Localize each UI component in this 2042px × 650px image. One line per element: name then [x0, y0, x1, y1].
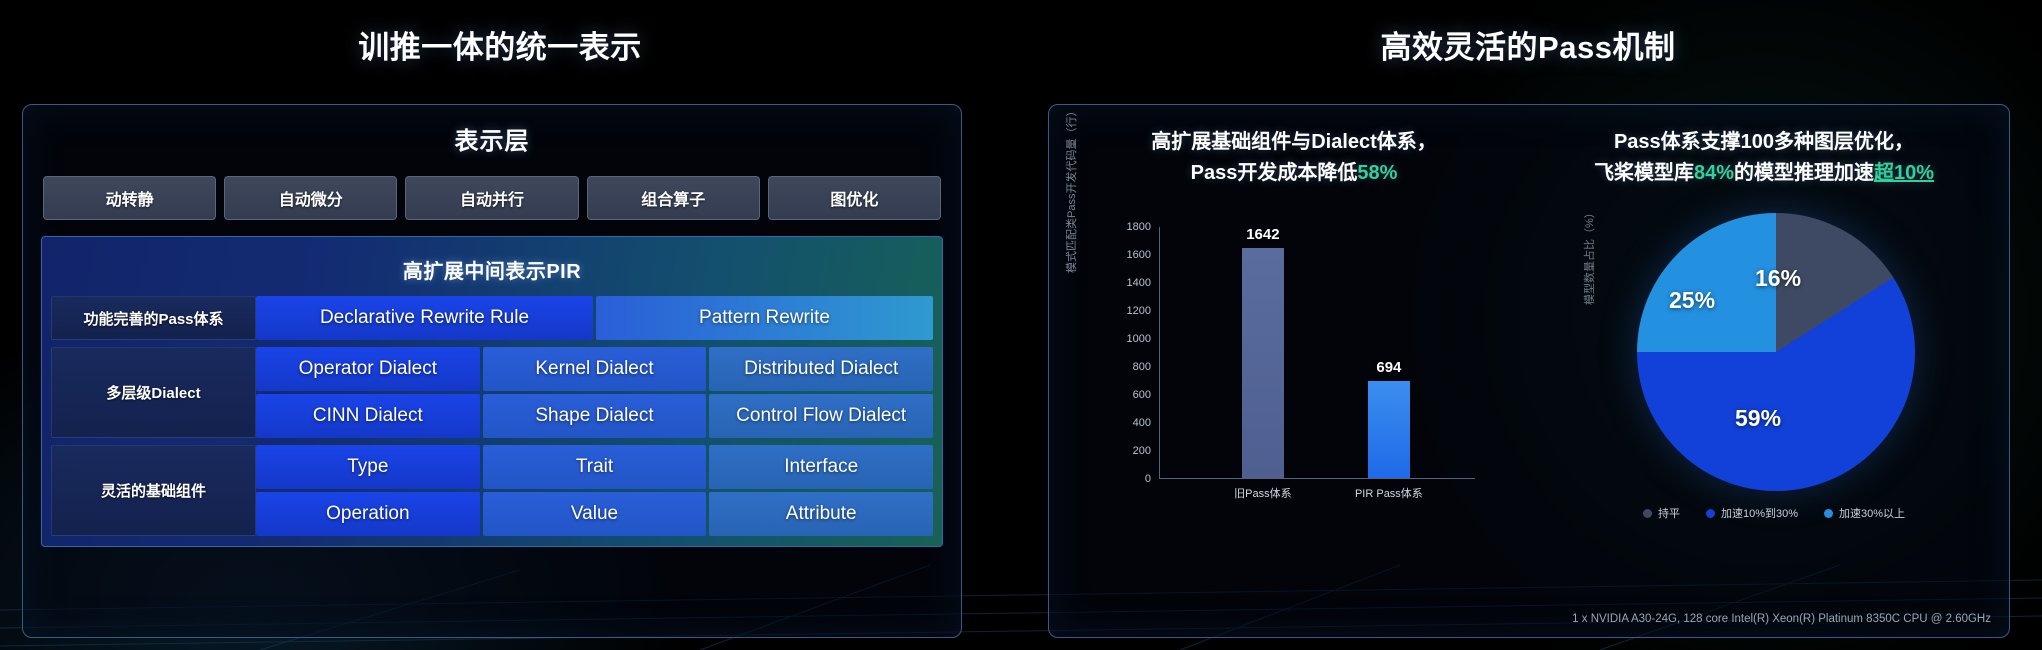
- bar-y-tick-label: 200: [1132, 445, 1151, 457]
- pir-cell-declarative-rewrite-rule[interactable]: Declarative Rewrite Rule: [256, 296, 593, 340]
- bar-y-tick-label: 600: [1132, 389, 1151, 401]
- bar-chart-column: 模式匹配类Pass开发代码量（行） 0 200 400 600 800 1000 1200 1…: [1049, 106, 1529, 599]
- pir-cell-trait[interactable]: Trait: [482, 445, 707, 489]
- pir-cell-interface[interactable]: Interface: [709, 445, 934, 489]
- representation-layer-card: 表示层 动转静 自动微分 自动并行 组合算子 图优化 高扩展中间表示PIR 功能…: [22, 104, 962, 638]
- pir-cell-control-flow-dialect[interactable]: Control Flow Dialect: [709, 394, 934, 438]
- pir-cell-shape-dialect[interactable]: Shape Dialect: [482, 394, 707, 438]
- pir-cell-kernel-dialect[interactable]: Kernel Dialect: [482, 347, 707, 391]
- bar-column[interactable]: 694 PIR Pass体系: [1355, 359, 1423, 500]
- pir-cell-operation[interactable]: Operation: [256, 492, 480, 536]
- pir-cell-type[interactable]: Type: [256, 445, 480, 489]
- bar-fill: [1241, 248, 1284, 478]
- bar-value-label: 694: [1376, 358, 1402, 376]
- pie-legend-item[interactable]: 加速30%以上: [1824, 505, 1905, 521]
- bar-y-tick-label: 400: [1132, 417, 1151, 429]
- pir-title: 高扩展中间表示PIR: [402, 261, 582, 283]
- bar-heading-line1: 高扩展基础组件与Dialect体系，: [1151, 131, 1437, 153]
- pir-cell-pattern-rewrite[interactable]: Pattern Rewrite: [596, 296, 933, 340]
- pir-row-base-components: 灵活的基础组件 Type Trait Interface Operation V…: [51, 445, 934, 536]
- pie-heading-line2-b: 的模型推理加速: [1734, 162, 1874, 184]
- pie-chart-heading: Pass体系支撑100多种图层优化， 飞桨模型库84%的模型推理加速超10%: [1529, 127, 1999, 189]
- hardware-footnote: 1 x NVIDIA A30-24G, 128 core Intel(R) Xe…: [1572, 613, 1991, 625]
- pie-disc: [1637, 213, 1915, 491]
- pie-legend-label: 加速30%以上: [1839, 508, 1906, 520]
- pass-mechanism-card: 高扩展基础组件与Dialect体系， Pass开发成本降低58% Pass体系支…: [1048, 104, 2010, 638]
- bar-x-tick-label: PIR Pass体系: [1354, 488, 1423, 500]
- page-title-left: 训推一体的统一表示: [358, 30, 642, 65]
- pie-legend: 持平 加速10%到30% 加速30%以上: [1559, 505, 1989, 521]
- bar-y-tick-label: 0: [1144, 473, 1151, 485]
- pie-legend-swatch: [1824, 508, 1833, 518]
- bar-heading-line2-text: Pass开发成本降低: [1190, 162, 1358, 184]
- bar-heading-line2: Pass开发成本降低58%: [1059, 158, 1529, 189]
- right-headings: 高扩展基础组件与Dialect体系， Pass开发成本降低58% Pass体系支…: [1049, 105, 2009, 189]
- layer-title: 表示层: [454, 128, 530, 155]
- bar-y-axis-ticks: 0 200 400 600 800 1000 1200 1400 1600 1800: [1115, 221, 1157, 485]
- bar-fill: [1367, 380, 1410, 478]
- pir-cell-attribute[interactable]: Attribute: [709, 492, 934, 536]
- pie-chart-column: 模型数量占比（%） 16% 59% 25% 持平 加速10%到30% 加速30%以上: [1529, 199, 2009, 599]
- pir-cell-distributed-dialect[interactable]: Distributed Dialect: [709, 347, 934, 391]
- chip-auto-parallel[interactable]: 自动并行: [405, 176, 579, 220]
- slide-stage: 训推一体的统一表示 表示层 动转静 自动微分 自动并行 组合算子 图优化 高扩展…: [0, 0, 2042, 650]
- charts-area: 模式匹配类Pass开发代码量（行） 0 200 400 600 800 1000 1200 1…: [1049, 106, 2009, 599]
- bar-y-tick-label: 1800: [1126, 221, 1151, 233]
- bar-plot-area: 1642 旧Pass体系 694 PIR Pass体系: [1159, 226, 1475, 500]
- bar-y-tick-label: 1400: [1126, 277, 1151, 289]
- pir-cell-value[interactable]: Value: [482, 492, 707, 536]
- bar-y-tick-label: 1600: [1126, 249, 1151, 261]
- bar-heading-highlight: 58%: [1357, 162, 1398, 184]
- feature-chip-row: 动转静 自动微分 自动并行 组合算子 图优化: [23, 176, 961, 220]
- bar-y-axis-label: 模式匹配类Pass开发代码量（行）: [1066, 105, 1078, 273]
- pir-row-label: 多层级Dialect: [51, 347, 256, 438]
- pir-cell-cinn-dialect[interactable]: CINN Dialect: [256, 394, 480, 438]
- pie-legend-label: 持平: [1657, 508, 1680, 520]
- pie-heading-line1: Pass体系支撑100多种图层优化，: [1613, 131, 1915, 153]
- page-title-right: 高效灵活的Pass机制: [1380, 30, 1676, 65]
- pie-slice-label-10-30: 59%: [1735, 405, 1782, 431]
- pir-row-dialects: 多层级Dialect Operator Dialect Kernel Diale…: [51, 347, 934, 438]
- bar-y-tick-label: 1200: [1126, 305, 1151, 317]
- pir-cell-operator-dialect[interactable]: Operator Dialect: [256, 347, 480, 391]
- bar-y-tick-label: 1000: [1126, 333, 1151, 345]
- pir-row-pass-system: 功能完善的Pass体系 Declarative Rewrite Rule Pat…: [51, 296, 933, 340]
- chip-dynamic-to-static[interactable]: 动转静: [43, 176, 217, 220]
- bar-x-tick-label: 旧Pass体系: [1234, 488, 1292, 500]
- pie-legend-swatch: [1705, 508, 1715, 518]
- pir-block: 高扩展中间表示PIR 功能完善的Pass体系 Declarative Rewri…: [41, 236, 943, 547]
- pir-row-label: 灵活的基础组件: [51, 445, 256, 536]
- chip-auto-diff[interactable]: 自动微分: [224, 176, 398, 220]
- pie-legend-item[interactable]: 加速10%到30%: [1705, 505, 1798, 521]
- chip-combined-operator[interactable]: 组合算子: [586, 176, 760, 220]
- pie-slice-label-30-plus: 25%: [1669, 287, 1716, 313]
- bar-column[interactable]: 1642 旧Pass体系: [1234, 226, 1291, 500]
- pie-axis-label: 模型数量占比（%）: [1584, 207, 1596, 305]
- pie-legend-item[interactable]: 持平: [1642, 505, 1680, 521]
- pie-slice-label-flat: 16%: [1755, 265, 1802, 291]
- pie-chart: 模型数量占比（%） 16% 59% 25% 持平 加速10%到30% 加速30%以上: [1559, 205, 1989, 545]
- bar-y-tick-label: 800: [1132, 361, 1151, 373]
- pie-heading-line2-a: 飞桨模型库: [1593, 162, 1694, 184]
- pie-heading-highlight-2: 超10%: [1874, 162, 1935, 184]
- pie-legend-label: 加速10%到30%: [1720, 508, 1798, 520]
- pir-row-label: 功能完善的Pass体系: [51, 296, 256, 340]
- chip-graph-optimization[interactable]: 图优化: [767, 176, 942, 220]
- bar-value-label: 1642: [1246, 226, 1280, 244]
- pie-legend-swatch: [1642, 508, 1652, 518]
- bar-chart-heading: 高扩展基础组件与Dialect体系， Pass开发成本降低58%: [1059, 127, 1529, 189]
- bar-chart: 模式匹配类Pass开发代码量（行） 0 200 400 600 800 1000 1200 1…: [1066, 106, 1475, 517]
- pie-heading-line2: 飞桨模型库84%的模型推理加速超10%: [1529, 158, 1999, 189]
- pie-heading-highlight-1: 84%: [1693, 162, 1734, 184]
